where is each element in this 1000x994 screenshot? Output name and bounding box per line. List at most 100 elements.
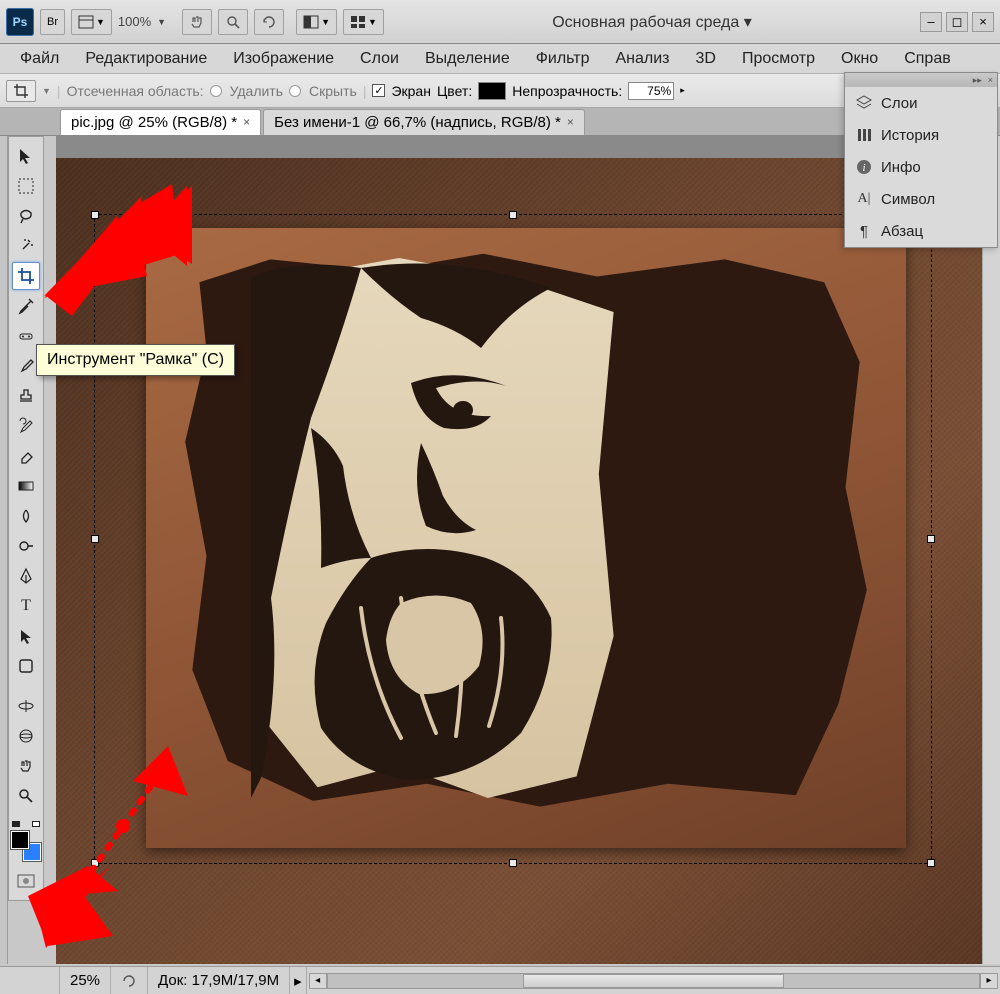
- crop-handle-bc[interactable]: [509, 859, 517, 867]
- doc-tab-2[interactable]: Без имени-1 @ 66,7% (надпись, RGB/8) * ×: [263, 109, 585, 135]
- status-rotate-icon[interactable]: [111, 967, 148, 994]
- color-label: Цвет:: [437, 83, 472, 99]
- path-select-tool[interactable]: [12, 622, 40, 650]
- type-tool[interactable]: T: [12, 592, 40, 620]
- collapse-strip[interactable]: [0, 136, 8, 964]
- color-swatches[interactable]: [11, 831, 41, 861]
- menu-edit[interactable]: Редактирование: [73, 46, 219, 72]
- canvas-viewport[interactable]: [56, 158, 982, 964]
- toolbox: T: [8, 136, 44, 901]
- crop-handle-bl[interactable]: [91, 859, 99, 867]
- panel-info[interactable]: i Инфо: [845, 151, 997, 183]
- menu-layers[interactable]: Слои: [348, 46, 411, 72]
- menu-file[interactable]: Файл: [8, 46, 71, 72]
- panel-info-label: Инфо: [881, 159, 921, 176]
- hand-tool[interactable]: [12, 752, 40, 780]
- pen-tool[interactable]: [12, 562, 40, 590]
- close-button[interactable]: ×: [972, 12, 994, 32]
- scroll-right-button[interactable]: ▸: [980, 973, 998, 989]
- wand-tool[interactable]: [12, 232, 40, 260]
- menu-3d[interactable]: 3D: [683, 46, 727, 72]
- move-tool[interactable]: [12, 142, 40, 170]
- stamp-tool[interactable]: [12, 382, 40, 410]
- panel-layers[interactable]: Слои: [845, 87, 997, 119]
- screen-mode-button[interactable]: ▼: [296, 9, 337, 35]
- panel-history[interactable]: История: [845, 119, 997, 151]
- panel-layers-label: Слои: [881, 95, 917, 112]
- menu-select[interactable]: Выделение: [413, 46, 522, 72]
- eyedropper-tool[interactable]: [12, 292, 40, 320]
- crop-tool[interactable]: [12, 262, 40, 290]
- menu-analysis[interactable]: Анализ: [603, 46, 681, 72]
- screen-checkbox[interactable]: ✓: [372, 84, 385, 97]
- panel-paragraph[interactable]: ¶ Абзац: [845, 215, 997, 247]
- bridge-button[interactable]: Br: [40, 9, 65, 35]
- doc-tab-1-label: pic.jpg @ 25% (RGB/8) *: [71, 114, 237, 131]
- titlebar: Ps Br ▼ 100% ▼ ▼ ▼ Основная рабочая сред…: [0, 0, 1000, 44]
- minimize-button[interactable]: –: [920, 12, 942, 32]
- scroll-thumb[interactable]: [523, 974, 784, 988]
- zoom-tool[interactable]: [12, 782, 40, 810]
- menu-image[interactable]: Изображение: [221, 46, 346, 72]
- workspace-switcher[interactable]: Основная рабочая среда ▾: [544, 12, 760, 32]
- canvas[interactable]: [56, 158, 982, 964]
- screen-label: Экран: [391, 83, 431, 99]
- layers-icon: [855, 94, 873, 112]
- zoom-label[interactable]: 100%: [118, 14, 151, 29]
- status-flyout[interactable]: ▸: [290, 967, 307, 994]
- quickmask-button[interactable]: [12, 867, 40, 895]
- doc-tab-2-label: Без имени-1 @ 66,7% (надпись, RGB/8) *: [274, 114, 561, 131]
- app-logo: Ps: [6, 8, 34, 36]
- crop-handle-tl[interactable]: [91, 211, 99, 219]
- tooltip: Инструмент "Рамка" (C): [36, 344, 235, 376]
- menu-help[interactable]: Справ: [892, 46, 963, 72]
- arrange-button[interactable]: ▼: [343, 9, 384, 35]
- scroll-track[interactable]: [327, 973, 980, 989]
- radio-delete[interactable]: [210, 85, 222, 97]
- panel-character[interactable]: A| Символ: [845, 183, 997, 215]
- close-icon[interactable]: ×: [243, 115, 250, 129]
- crop-marquee[interactable]: [94, 214, 932, 864]
- close-icon[interactable]: ×: [567, 115, 574, 129]
- panel-character-label: Символ: [881, 191, 935, 208]
- horizontal-scrollbar[interactable]: ◂ ▸: [307, 973, 1000, 989]
- paragraph-icon: ¶: [855, 222, 873, 240]
- hand-icon[interactable]: [182, 9, 212, 35]
- view-extras-button[interactable]: ▼: [71, 9, 112, 35]
- doc-tab-1[interactable]: pic.jpg @ 25% (RGB/8) * ×: [60, 109, 261, 135]
- radio-delete-label: Удалить: [230, 83, 283, 99]
- radio-hide[interactable]: [289, 85, 301, 97]
- crop-handle-cl[interactable]: [91, 535, 99, 543]
- menu-filter[interactable]: Фильтр: [524, 46, 602, 72]
- opacity-input[interactable]: [628, 82, 674, 100]
- gradient-tool[interactable]: [12, 472, 40, 500]
- crop-handle-tc[interactable]: [509, 211, 517, 219]
- status-doc-size[interactable]: Док: 17,9M/17,9M: [148, 967, 290, 994]
- 3d-orbit-tool[interactable]: [12, 722, 40, 750]
- eraser-tool[interactable]: [12, 442, 40, 470]
- menu-window[interactable]: Окно: [829, 46, 890, 72]
- 3d-rotate-tool[interactable]: [12, 692, 40, 720]
- zoom-icon[interactable]: [218, 9, 248, 35]
- history-icon: [855, 126, 873, 144]
- dock-header[interactable]: ▸▸×: [845, 73, 997, 87]
- blur-tool[interactable]: [12, 502, 40, 530]
- crop-handle-cr[interactable]: [927, 535, 935, 543]
- foreground-color-swatch[interactable]: [11, 831, 29, 849]
- marquee-tool[interactable]: [12, 172, 40, 200]
- shape-tool[interactable]: [12, 652, 40, 680]
- scroll-left-button[interactable]: ◂: [309, 973, 327, 989]
- vertical-scrollbar[interactable]: [982, 136, 1000, 964]
- crop-handle-br[interactable]: [927, 859, 935, 867]
- maximize-button[interactable]: ◻: [946, 12, 968, 32]
- character-icon: A|: [855, 190, 873, 208]
- lasso-tool[interactable]: [12, 202, 40, 230]
- history-brush-tool[interactable]: [12, 412, 40, 440]
- dodge-tool[interactable]: [12, 532, 40, 560]
- status-zoom[interactable]: 25%: [60, 967, 111, 994]
- crop-tool-preset-icon[interactable]: [6, 80, 36, 102]
- panel-history-label: История: [881, 127, 939, 144]
- rotate-icon[interactable]: [254, 9, 284, 35]
- menu-view[interactable]: Просмотр: [730, 46, 827, 72]
- shield-color-swatch[interactable]: [478, 82, 506, 100]
